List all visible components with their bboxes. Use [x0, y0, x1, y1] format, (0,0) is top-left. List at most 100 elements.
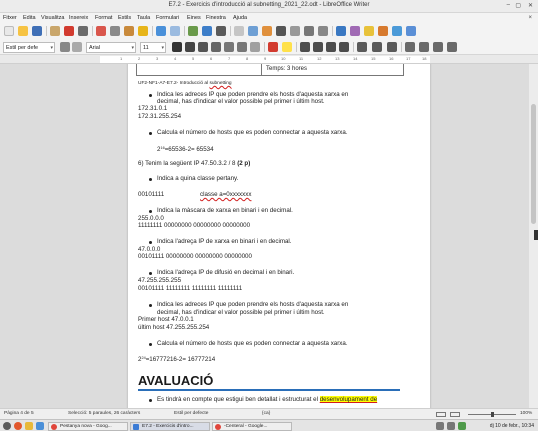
new-style-icon[interactable]: [72, 42, 82, 52]
decrease-indent-icon[interactable]: [419, 42, 429, 52]
superscript-icon[interactable]: [224, 42, 234, 52]
ruler-number: 5: [192, 56, 195, 61]
special-character-icon[interactable]: [318, 26, 328, 36]
edit-mode-icon[interactable]: [50, 26, 60, 36]
line-spacing-icon[interactable]: [433, 42, 443, 52]
document-page[interactable]: Temps: 3 hores UF2-NF1-A7-E7.2- Introduc…: [128, 64, 430, 408]
menu-fitxer[interactable]: Fitxer: [3, 15, 17, 21]
align-right-icon[interactable]: [326, 42, 336, 52]
selection-count[interactable]: Selecció: 5 paraules, 26 caràcters: [68, 411, 140, 416]
zoom-level[interactable]: 100%: [520, 411, 532, 416]
menu-formulari[interactable]: Formulari: [156, 15, 179, 21]
task-writer-document[interactable]: E7.2 - Exercicis d'intro...: [130, 421, 210, 431]
page-style[interactable]: Estil per defecte: [174, 411, 208, 416]
minimize-button[interactable]: –: [507, 2, 510, 8]
update-style-icon[interactable]: [60, 42, 70, 52]
menu-edita[interactable]: Edita: [23, 15, 36, 21]
highlight-color-icon[interactable]: [282, 42, 292, 52]
spelling-icon[interactable]: [202, 26, 212, 36]
volume-icon[interactable]: [447, 422, 455, 430]
new-document-icon[interactable]: [4, 26, 14, 36]
align-left-icon[interactable]: [300, 42, 310, 52]
insert-field-icon[interactable]: [304, 26, 314, 36]
undo-icon[interactable]: [156, 26, 166, 36]
italic-icon[interactable]: [185, 42, 195, 52]
track-changes-icon[interactable]: [378, 26, 388, 36]
insert-table-icon[interactable]: [234, 26, 244, 36]
insert-textbox-icon[interactable]: [276, 26, 286, 36]
formatting-marks-icon[interactable]: [216, 26, 226, 36]
title-bar: E7.2 - Exercicis d'introducció al subnet…: [0, 0, 538, 13]
align-center-icon[interactable]: [313, 42, 323, 52]
close-window-button[interactable]: ✕: [528, 2, 533, 9]
network-icon[interactable]: [436, 422, 444, 430]
clear-formatting-icon[interactable]: [250, 42, 260, 52]
insert-image-icon[interactable]: [248, 26, 258, 36]
export-pdf-icon[interactable]: [64, 26, 74, 36]
files-icon[interactable]: [25, 422, 33, 430]
insert-chart-icon[interactable]: [262, 26, 272, 36]
underline-icon[interactable]: [198, 42, 208, 52]
menu-visualitza[interactable]: Visualitza: [41, 15, 64, 21]
page-break-icon[interactable]: [290, 26, 300, 36]
battery-icon[interactable]: [458, 422, 466, 430]
footnote-icon[interactable]: [350, 26, 360, 36]
document-workspace[interactable]: Temps: 3 hores UF2-NF1-A7-E7.2- Introduc…: [0, 64, 538, 408]
subscript-icon[interactable]: [237, 42, 247, 52]
outline-list-icon[interactable]: [387, 42, 397, 52]
ubuntu-icon[interactable]: [14, 422, 22, 430]
line-icon[interactable]: [392, 26, 402, 36]
scrollbar-thumb[interactable]: [531, 104, 536, 224]
task-chrome-google[interactable]: -Centeral - Google...: [212, 421, 292, 431]
language[interactable]: {ca}: [262, 411, 270, 416]
sidebar-toggle-handle[interactable]: [534, 230, 538, 240]
calc2-result: =16777216-2= 16777214: [145, 356, 216, 363]
clone-formatting-icon[interactable]: [138, 26, 148, 36]
bullet-marker: [149, 399, 152, 402]
horizontal-ruler[interactable]: 1 2 3 4 5 6 7 8 9 10 11 12 13 14 15 16 1…: [0, 55, 538, 64]
single-page-view-icon[interactable]: [436, 412, 446, 417]
close-document-button[interactable]: ×: [528, 15, 532, 21]
find-replace-icon[interactable]: [188, 26, 198, 36]
menu-ajuda[interactable]: Ajuda: [233, 15, 247, 21]
start-menu-icon[interactable]: [3, 422, 11, 430]
menu-estils[interactable]: Estils: [118, 15, 131, 21]
copy-icon[interactable]: [110, 26, 120, 36]
save-icon[interactable]: [32, 26, 42, 36]
bold-icon[interactable]: [172, 42, 182, 52]
paragraph-spacing-icon[interactable]: [447, 42, 457, 52]
justify-icon[interactable]: [339, 42, 349, 52]
browser-launcher-icon[interactable]: [36, 422, 44, 430]
menu-finestra[interactable]: Finestra: [206, 15, 226, 21]
increase-indent-icon[interactable]: [405, 42, 415, 52]
page-count[interactable]: Pàgina 4 de 5: [4, 411, 34, 416]
eval-text: Es tindrà en compte que estigui ben deta…: [157, 396, 320, 403]
task-chrome-new-tab[interactable]: Pestanya nova - Goog...: [48, 421, 128, 431]
font-color-icon[interactable]: [268, 42, 278, 52]
basic-shapes-icon[interactable]: [406, 26, 416, 36]
print-icon[interactable]: [78, 26, 88, 36]
clock[interactable]: dj 10 de febr., 10:34: [490, 423, 534, 429]
font-size-select[interactable]: 11 ▾: [140, 42, 166, 53]
menu-eines[interactable]: Eines: [187, 15, 201, 21]
standard-toolbar: [0, 23, 538, 39]
ruler-number: 8: [246, 56, 249, 61]
comment-icon[interactable]: [364, 26, 374, 36]
menu-taula[interactable]: Taula: [137, 15, 150, 21]
menu-format[interactable]: Format: [95, 15, 112, 21]
maximize-button[interactable]: ▢: [515, 2, 521, 9]
redo-icon[interactable]: [170, 26, 180, 36]
ip-last-host: 172.31.255.254: [138, 113, 182, 120]
paragraph-style-select[interactable]: Estil per defe ▾: [3, 42, 55, 53]
font-name-select[interactable]: Arial ▾: [86, 42, 136, 53]
multi-page-view-icon[interactable]: [450, 412, 460, 417]
cut-icon[interactable]: [96, 26, 106, 36]
menu-insereix[interactable]: Insereix: [69, 15, 88, 21]
hyperlink-icon[interactable]: [336, 26, 346, 36]
bullet-list-icon[interactable]: [357, 42, 367, 52]
paste-icon[interactable]: [124, 26, 134, 36]
zoom-slider-handle[interactable]: [491, 412, 494, 417]
strikethrough-icon[interactable]: [211, 42, 221, 52]
numbered-list-icon[interactable]: [372, 42, 382, 52]
open-folder-icon[interactable]: [18, 26, 28, 36]
